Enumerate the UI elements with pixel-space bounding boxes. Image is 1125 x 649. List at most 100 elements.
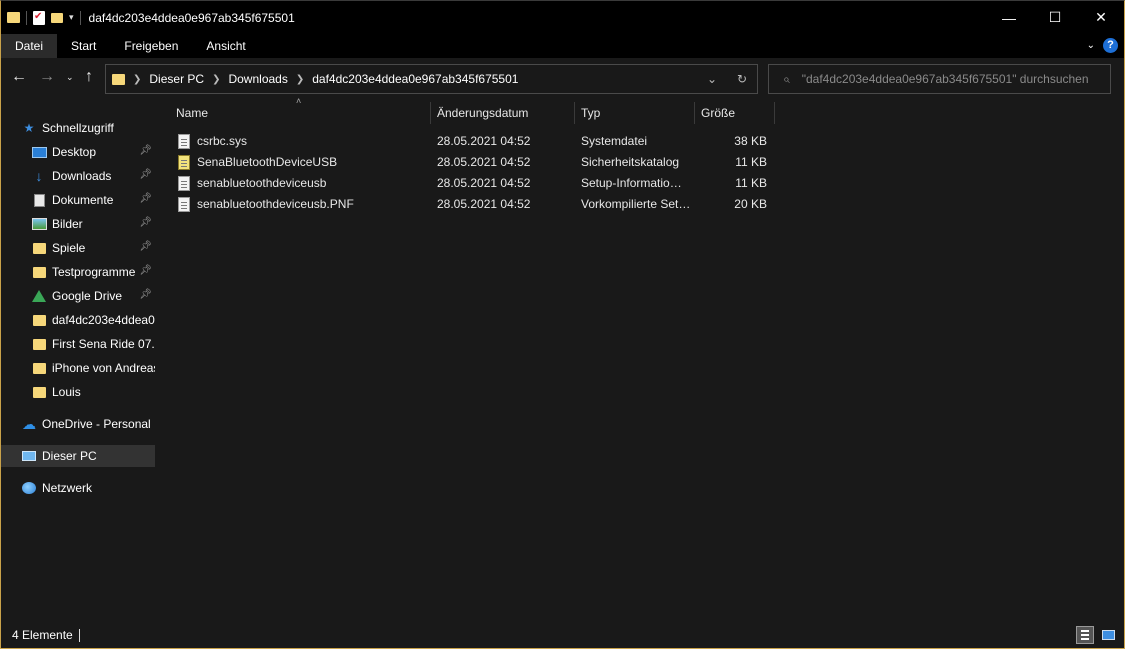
folder-icon [31, 241, 47, 255]
title-bar: ▾ daf4dc203e4ddea0e967ab345f675501 — ☐ ✕ [1, 1, 1124, 34]
security-catalog-icon [178, 155, 190, 170]
file-type: Vorkompilierte Set… [581, 197, 691, 211]
large-icons-view-icon[interactable] [1100, 626, 1118, 644]
ribbon-tabs: Datei Start Freigeben Ansicht ⌄ ? [1, 34, 1124, 58]
search-box[interactable]: ⌕ "daf4dc203e4ddea0e967ab345f675501" dur… [768, 64, 1111, 94]
toolbar-divider [26, 10, 27, 25]
tab-freigeben[interactable]: Freigeben [110, 34, 192, 58]
column-header-size[interactable]: Größe [695, 102, 775, 124]
pin-icon[interactable]: 📌︎ [139, 241, 152, 252]
pnf-file-icon [178, 197, 190, 212]
nav-item-schnellzugriff[interactable]: ★ Schnellzugriff [21, 117, 155, 139]
pin-icon[interactable]: 📌︎ [139, 145, 152, 156]
google-drive-icon [31, 289, 47, 303]
close-button[interactable]: ✕ [1078, 1, 1124, 34]
nav-item-downloads[interactable]: ↓ Downloads 📌︎ [31, 165, 155, 187]
file-date: 28.05.2021 04:52 [437, 155, 531, 169]
network-icon [21, 481, 37, 495]
status-divider [79, 629, 80, 642]
nav-item-dieser-pc[interactable]: Dieser PC [1, 445, 155, 467]
breadcrumb-dieser-pc[interactable]: Dieser PC [149, 72, 204, 86]
tab-ansicht[interactable]: Ansicht [192, 34, 259, 58]
customize-toolbar-chevron-icon[interactable]: ▾ [69, 12, 74, 23]
window-controls: — ☐ ✕ [986, 1, 1124, 34]
nav-item-first-sena-ride[interactable]: First Sena Ride 07.05 [31, 333, 155, 355]
pin-icon[interactable]: 📌︎ [139, 217, 152, 228]
folder-icon [31, 265, 47, 279]
file-date: 28.05.2021 04:52 [437, 134, 531, 148]
table-row[interactable]: senabluetoothdeviceusb.PNF 28.05.2021 04… [170, 194, 770, 215]
folder-icon [7, 12, 20, 23]
breadcrumb-separator-icon[interactable]: ❯ [296, 74, 304, 85]
star-icon: ★ [23, 121, 35, 135]
table-row[interactable]: csrbc.sys 28.05.2021 04:52 Systemdatei 3… [170, 131, 770, 152]
refresh-icon[interactable]: ↻ [727, 72, 757, 86]
folder-icon [31, 361, 47, 375]
file-size: 38 KB [734, 134, 767, 148]
file-type: Systemdatei [581, 134, 648, 148]
search-icon: ⌕ [783, 71, 790, 86]
nav-item-louis[interactable]: Louis [31, 381, 155, 403]
nav-item-desktop[interactable]: Desktop 📌︎ [31, 141, 155, 163]
recent-locations-chevron-icon[interactable]: ⌄ [66, 72, 74, 83]
new-folder-icon[interactable] [51, 12, 63, 23]
nav-item-spiele[interactable]: Spiele 📌︎ [31, 237, 155, 259]
address-bar[interactable]: ❯ Dieser PC ❯ Downloads ❯ daf4dc203e4dde… [105, 64, 758, 94]
nav-item-daf4dc-folder[interactable]: daf4dc203e4ddea0e [31, 309, 155, 331]
nav-item-bilder[interactable]: Bilder 📌︎ [31, 213, 155, 235]
quick-access-toolbar: ▾ [1, 10, 81, 25]
file-name: senabluetoothdeviceusb [197, 176, 327, 190]
navigation-pane: ★ Schnellzugriff Desktop 📌︎ ↓ Downloads … [1, 98, 157, 618]
desktop-icon [31, 145, 47, 159]
setup-info-icon [178, 176, 190, 191]
file-size: 20 KB [734, 197, 767, 211]
folder-icon [31, 337, 47, 351]
address-history-chevron-icon[interactable]: ⌄ [697, 72, 727, 86]
pin-icon[interactable]: 📌︎ [139, 193, 152, 204]
nav-item-google-drive[interactable]: Google Drive 📌︎ [31, 285, 155, 307]
computer-icon [21, 449, 37, 463]
column-header-name[interactable]: Name [170, 102, 431, 124]
nav-item-testprogramme[interactable]: Testprogramme 📌︎ [31, 261, 155, 283]
expand-ribbon-chevron-icon[interactable]: ⌄ [1087, 40, 1095, 51]
download-arrow-icon: ↓ [35, 168, 43, 184]
minimize-button[interactable]: — [986, 1, 1032, 34]
table-row[interactable]: senabluetoothdeviceusb 28.05.2021 04:52 … [170, 173, 770, 194]
breadcrumb-downloads[interactable]: Downloads [228, 72, 287, 86]
file-size: 11 KB [735, 176, 767, 190]
breadcrumb-separator-icon[interactable]: ❯ [212, 74, 220, 85]
properties-icon[interactable] [33, 10, 45, 25]
table-row[interactable]: SenaBluetoothDeviceUSB 28.05.2021 04:52 … [170, 152, 770, 173]
nav-item-onedrive[interactable]: ☁ OneDrive - Personal [21, 413, 155, 435]
tab-datei[interactable]: Datei [1, 34, 58, 58]
back-arrow-icon[interactable]: ← [11, 68, 27, 86]
file-date: 28.05.2021 04:52 [437, 176, 531, 190]
column-header-type[interactable]: Typ [575, 102, 695, 124]
system-file-icon [178, 134, 190, 149]
file-list: ˄ Name Änderungsdatum Typ Größe csrbc.sy… [158, 96, 1124, 618]
tab-start[interactable]: Start [57, 34, 110, 58]
pin-icon[interactable]: 📌︎ [139, 169, 152, 180]
pin-icon[interactable]: 📌︎ [139, 265, 152, 276]
up-arrow-icon[interactable]: ↑ [85, 68, 93, 86]
help-icon[interactable]: ? [1103, 38, 1118, 53]
pin-icon[interactable]: 📌︎ [139, 289, 152, 300]
column-header-date[interactable]: Änderungsdatum [431, 102, 575, 124]
breadcrumb-current-folder[interactable]: daf4dc203e4ddea0e967ab345f675501 [312, 72, 518, 86]
file-name: senabluetoothdeviceusb.PNF [197, 197, 354, 211]
document-icon [31, 193, 47, 207]
forward-arrow-icon[interactable]: → [39, 68, 55, 86]
nav-item-iphone-von-andreas[interactable]: iPhone von Andreas [31, 357, 155, 379]
nav-item-netzwerk[interactable]: Netzwerk [21, 477, 155, 499]
navigation-bar: ← → ⌄ ↑ ❯ Dieser PC ❯ Downloads ❯ daf4dc… [1, 58, 1124, 98]
pictures-icon [31, 217, 47, 231]
onedrive-cloud-icon: ☁ [22, 415, 36, 432]
file-type: Setup-Informatio… [581, 176, 682, 190]
breadcrumb-separator-icon[interactable]: ❯ [133, 74, 141, 85]
details-view-icon[interactable] [1076, 626, 1094, 644]
toolbar-divider [79, 10, 81, 25]
maximize-button[interactable]: ☐ [1032, 1, 1078, 34]
nav-item-dokumente[interactable]: Dokumente 📌︎ [31, 189, 155, 211]
file-name: SenaBluetoothDeviceUSB [197, 155, 338, 169]
folder-icon [112, 73, 125, 85]
